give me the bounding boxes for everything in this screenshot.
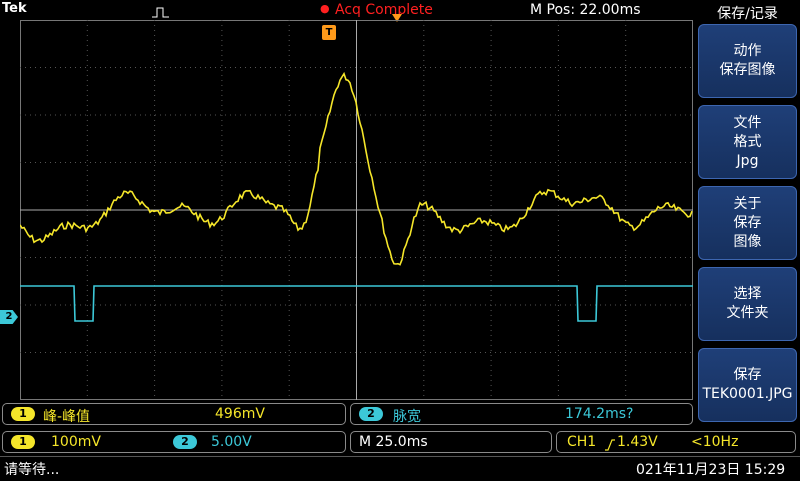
vertical-settings-panel[interactable]: 1 100mV 2 5.00V bbox=[2, 431, 346, 453]
menu-btn-line: 图像 bbox=[733, 233, 762, 250]
menu-btn-line: 格式 bbox=[733, 133, 762, 150]
measurement-1-panel[interactable]: 1 峰-峰值 496mV bbox=[2, 403, 346, 425]
about-save-image-button[interactable]: 关于 保存 图像 bbox=[698, 186, 797, 260]
ch1-scale-badge: 1 bbox=[11, 435, 35, 449]
menu-btn-line: 保存图像 bbox=[719, 62, 776, 78]
rising-edge-icon bbox=[605, 436, 615, 455]
timebase-panel[interactable]: M 25.0ms bbox=[350, 431, 552, 453]
trigger-level: 1.43V bbox=[617, 434, 658, 450]
side-menu: 保存/记录 动作 保存图像 文件 格式 Jpg 关于 保存 图像 选择 文件夹 … bbox=[695, 0, 800, 430]
brand-logo: Tek bbox=[2, 1, 27, 16]
graticule-grid bbox=[20, 20, 693, 400]
trigger-marker: T bbox=[322, 25, 336, 40]
ch2-scale-badge: 2 bbox=[173, 435, 197, 449]
measurement-2-panel[interactable]: 2 脉宽 174.2ms? bbox=[350, 403, 693, 425]
select-folder-button[interactable]: 选择 文件夹 bbox=[698, 267, 797, 341]
measurement-2-name: 脉宽 bbox=[393, 409, 421, 425]
trigger-frequency: <10Hz bbox=[691, 434, 739, 450]
acq-indicator-icon: ● bbox=[320, 2, 330, 15]
measurement-1-value: 496mV bbox=[215, 406, 265, 422]
menu-btn-line: TEK0001.JPG bbox=[702, 386, 793, 402]
menu-btn-line: 文件 bbox=[733, 114, 762, 131]
ch2-scale: 5.00V bbox=[211, 434, 252, 450]
ch1-scale: 100mV bbox=[51, 434, 101, 450]
horizontal-position: M Pos: 22.00ms bbox=[530, 2, 641, 18]
file-format-button[interactable]: 文件 格式 Jpg bbox=[698, 105, 797, 179]
menu-btn-line: 保存 bbox=[733, 214, 762, 231]
measurement-2-value: 174.2ms? bbox=[565, 406, 634, 422]
menu-btn-line: 文件夹 bbox=[726, 305, 769, 321]
status-datetime: 021年11月23日 15:29 bbox=[636, 462, 786, 478]
ch2-badge: 2 bbox=[359, 407, 383, 421]
ch1-badge: 1 bbox=[11, 407, 35, 421]
save-image-action-button[interactable]: 动作 保存图像 bbox=[698, 24, 797, 98]
menu-btn-line: 保存 bbox=[733, 367, 762, 383]
save-file-button[interactable]: 保存 TEK0001.JPG bbox=[698, 348, 797, 422]
waveform-display[interactable] bbox=[20, 20, 693, 400]
ch2-ground-marker[interactable]: 2 bbox=[0, 310, 18, 324]
trigger-panel[interactable]: CH1 1.43V <10Hz bbox=[556, 431, 796, 453]
menu-title: 保存/记录 bbox=[717, 6, 778, 22]
status-message: 请等待... bbox=[4, 462, 60, 478]
timebase-value: M 25.0ms bbox=[359, 434, 428, 450]
menu-btn-line: 选择 bbox=[733, 286, 762, 302]
menu-btn-line: 关于 bbox=[733, 195, 762, 212]
trigger-source: CH1 bbox=[567, 434, 597, 450]
menu-btn-line: 动作 bbox=[733, 43, 762, 59]
menu-btn-line: Jpg bbox=[736, 152, 759, 169]
acq-status: Acq Complete bbox=[335, 2, 433, 18]
measurement-1-name: 峰-峰值 bbox=[43, 409, 91, 425]
